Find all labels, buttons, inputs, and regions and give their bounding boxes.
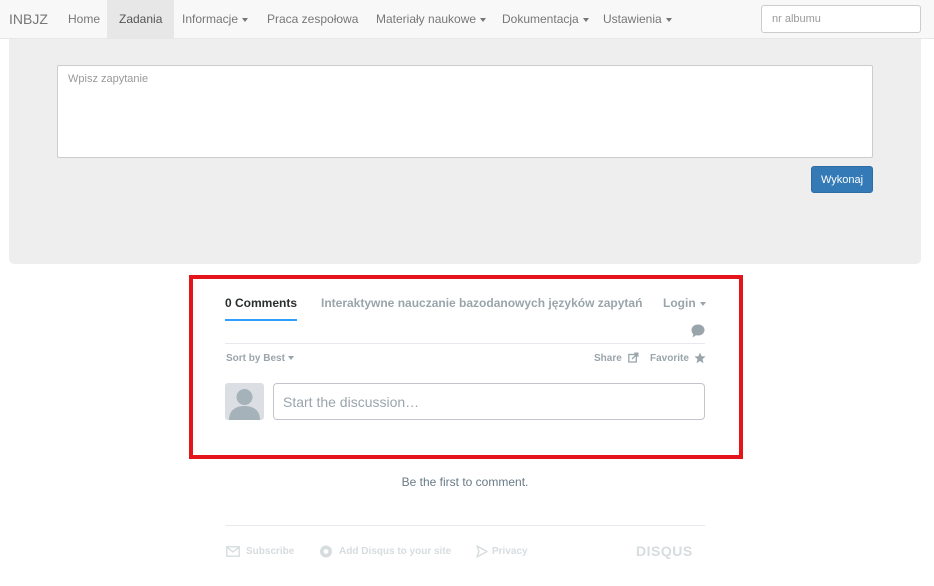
album-number-input[interactable] — [761, 5, 921, 33]
nav-zadania[interactable]: Zadania — [107, 0, 175, 39]
chat-bubble-icon[interactable] — [690, 323, 706, 339]
thread-title-tab[interactable]: Interaktywne nauczanie bazodanowych języ… — [321, 296, 642, 310]
execute-button[interactable]: Wykonaj — [811, 166, 873, 193]
footer-divider — [225, 525, 705, 526]
brand-logo[interactable]: INBJZ — [9, 11, 48, 27]
nav-praca-zespolowa[interactable]: Praca zespołowa — [255, 0, 370, 39]
caret-down-icon — [665, 17, 672, 22]
nav-materialy-label: Materiały naukowe — [376, 12, 477, 26]
privacy-icon — [476, 545, 488, 558]
nav-ustawienia-label: Ustawienia — [603, 12, 662, 26]
nav-ustawienia-dropdown[interactable]: Ustawienia — [591, 0, 684, 39]
envelope-icon — [226, 546, 240, 557]
nav-praca-label: Praca zespołowa — [267, 12, 359, 26]
privacy-link[interactable]: Privacy — [492, 546, 528, 557]
disqus-logo[interactable]: DISQUS — [636, 543, 693, 559]
disqus-d-icon — [320, 545, 332, 558]
share-button[interactable]: Share — [594, 353, 622, 364]
avatar-placeholder-icon — [229, 389, 260, 420]
login-dropdown[interactable]: Login — [663, 296, 706, 310]
user-avatar — [225, 383, 264, 420]
nav-informacje-label: Informacje — [182, 12, 239, 26]
caret-down-icon — [242, 17, 249, 22]
favorite-button[interactable]: Favorite — [650, 353, 689, 364]
top-navbar: INBJZ Home Zadania Informacje Praca zesp… — [0, 0, 934, 39]
header-divider — [225, 343, 705, 344]
caret-down-icon — [480, 17, 487, 22]
comments-count-tab[interactable]: 0 Comments — [225, 296, 297, 310]
query-textarea[interactable] — [57, 65, 873, 158]
nav-home-label: Home — [68, 12, 101, 26]
caret-down-icon — [582, 17, 589, 22]
active-tab-underline — [225, 319, 297, 321]
empty-comments-message: Be the first to comment. — [401, 475, 529, 489]
login-label: Login — [663, 296, 696, 310]
nav-informacje-dropdown[interactable]: Informacje — [170, 0, 260, 39]
nav-materialy-dropdown[interactable]: Materiały naukowe — [364, 0, 498, 39]
caret-down-icon — [287, 356, 294, 361]
star-icon[interactable] — [694, 352, 706, 364]
add-disqus-link[interactable]: Add Disqus to your site — [339, 546, 451, 557]
nav-dokumentacja-dropdown[interactable]: Dokumentacja — [490, 0, 601, 39]
nav-home[interactable]: Home — [56, 0, 112, 39]
discussion-input[interactable] — [273, 383, 705, 420]
subscribe-link[interactable]: Subscribe — [246, 546, 294, 557]
query-panel: Wykonaj — [9, 39, 921, 264]
sort-label: Sort by Best — [226, 353, 285, 364]
share-icon[interactable] — [628, 352, 639, 363]
nav-zadania-label: Zadania — [119, 12, 163, 26]
nav-dokumentacja-label: Dokumentacja — [502, 12, 579, 26]
caret-down-icon — [699, 301, 706, 306]
sort-dropdown[interactable]: Sort by Best — [226, 353, 294, 364]
